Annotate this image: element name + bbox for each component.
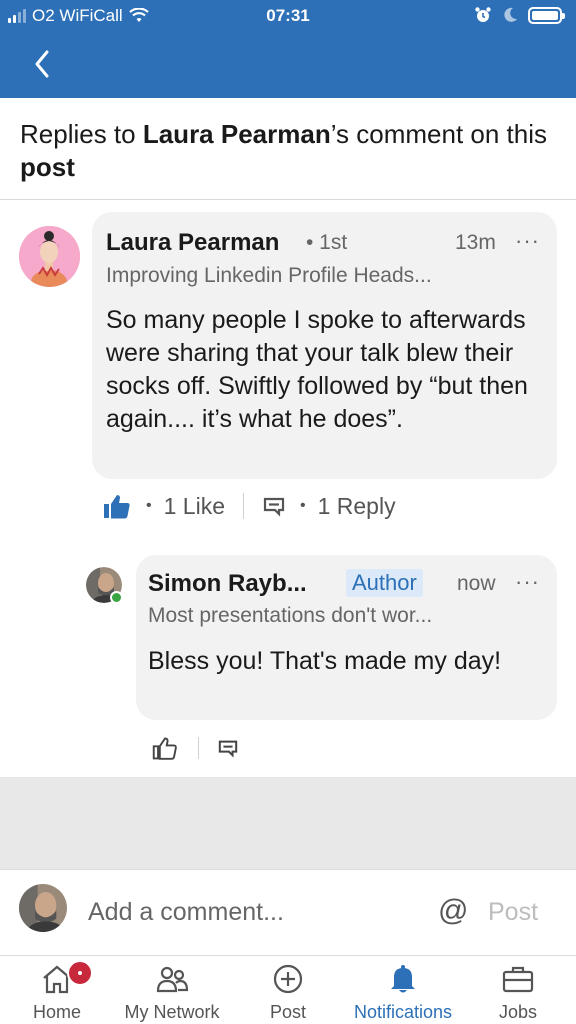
title-post-link[interactable]: post: [20, 152, 75, 182]
likes-count[interactable]: 1 Like: [164, 493, 225, 520]
nav-home-label: Home: [32, 1002, 81, 1022]
comment-actions: • 1 Like • 1 Reply: [102, 489, 396, 523]
title-author[interactable]: Laura Pearman: [143, 119, 331, 149]
briefcase-icon: [502, 966, 534, 993]
my-avatar: [19, 884, 67, 932]
nav-jobs-label: Jobs: [498, 1002, 538, 1022]
reply-icon[interactable]: [262, 495, 286, 517]
likes-dot: •: [146, 497, 152, 514]
nav-home[interactable]: Home: [14, 956, 100, 1024]
back-icon[interactable]: [28, 44, 58, 84]
simon-avatar[interactable]: [86, 567, 123, 604]
nav-notifications-label: Notifications: [353, 1002, 453, 1022]
mention-icon[interactable]: @: [438, 894, 468, 928]
title-prefix: Replies to: [20, 119, 143, 149]
replies-dot: •: [299, 497, 306, 514]
comment-author-name[interactable]: Laura Pearman: [106, 229, 279, 257]
notification-badge: [67, 960, 93, 986]
comment-text: So many people I spoke to afterwards wer…: [106, 306, 528, 433]
reply-more-icon[interactable]: ···: [515, 569, 540, 595]
post-icon: [273, 964, 303, 994]
laura-avatar[interactable]: [19, 226, 80, 287]
nav-jobs[interactable]: Jobs: [480, 956, 556, 1024]
nav-notifications[interactable]: Notifications: [342, 956, 464, 1024]
like-outline-icon[interactable]: [152, 735, 178, 761]
empty-area: [0, 777, 576, 869]
reply-author-headline: Most presentations don't wor...: [148, 604, 433, 627]
nav-my-network[interactable]: My Network: [112, 956, 232, 1024]
connection-degree: • 1st: [306, 231, 348, 254]
replies-count[interactable]: 1 Reply: [318, 493, 396, 520]
reply-actions: [152, 732, 239, 764]
moon-icon: [504, 7, 517, 22]
reply-comment-icon[interactable]: [217, 738, 239, 758]
alarm-icon: [475, 7, 491, 22]
post-comment-button[interactable]: Post: [488, 898, 538, 927]
reply-author-name[interactable]: Simon Rayb...: [148, 570, 307, 598]
online-status-dot: [110, 591, 123, 604]
nav-post[interactable]: Post: [246, 956, 330, 1024]
bell-icon: [391, 965, 415, 993]
page-title: Replies to Laura Pearman’s comment on th…: [0, 98, 576, 200]
comment-more-icon[interactable]: ···: [515, 228, 540, 254]
comment-input[interactable]: Add a comment...: [88, 898, 284, 927]
comment-composer: Add a comment... @ Post: [0, 869, 576, 955]
comment-author-headline: Improving Linkedin Profile Heads...: [106, 264, 432, 287]
nav-post-label: Post: [269, 1002, 307, 1022]
title-middle: ’s comment on this: [330, 119, 547, 149]
top-bar: O2 WiFiCall 07:31: [0, 0, 576, 98]
like-filled-icon[interactable]: [102, 491, 132, 521]
reply-actions-divider: [198, 737, 199, 759]
author-badge: Author: [346, 569, 423, 597]
nav-my-network-label: My Network: [124, 1002, 220, 1022]
battery-icon: [528, 6, 565, 24]
network-icon: [156, 966, 189, 993]
comment-time: 13m: [455, 231, 496, 254]
bottom-nav: Home My Network Post Notifications Jobs: [0, 955, 576, 1024]
status-bar: O2 WiFiCall 07:31: [0, 0, 576, 34]
reply-text: Bless you! That's made my day!: [148, 647, 502, 675]
actions-divider: [242, 493, 244, 519]
reply-time: now: [457, 572, 496, 595]
